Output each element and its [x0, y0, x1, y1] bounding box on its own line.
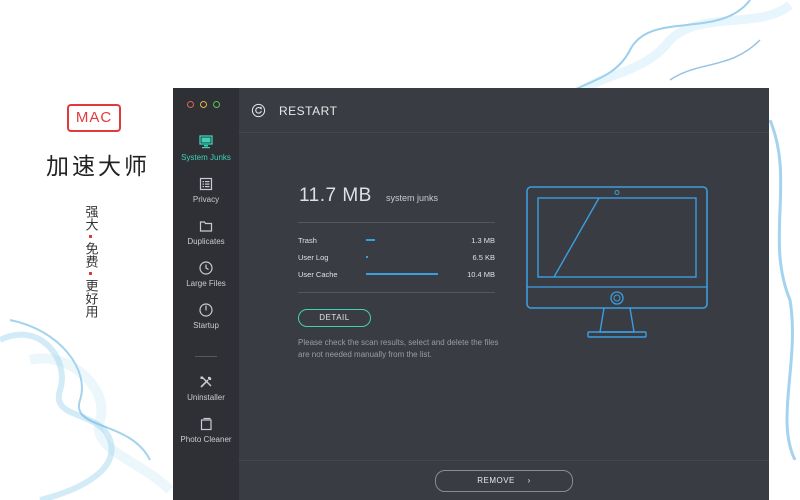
junk-row-size: 1.3 MB	[471, 236, 495, 245]
ink-smoke-right-edge-decoration	[768, 120, 797, 460]
junk-row-bar	[366, 273, 438, 275]
tools-icon	[200, 376, 212, 388]
scan-hint-text: Please check the scan results, select an…	[298, 338, 499, 359]
tagline-2: 免费	[82, 242, 98, 268]
tagline-3: 更好用	[82, 279, 98, 318]
sidebar-item-label: System Junks	[181, 153, 231, 162]
junk-row-size: 10.4 MB	[467, 270, 495, 279]
ink-smoke-left-decoration	[0, 319, 174, 500]
sidebar-item-system-junks[interactable]: System Junks	[173, 134, 239, 162]
window-header: RESTART	[239, 88, 769, 133]
sidebar-item-label: Large Files	[186, 279, 226, 288]
mac-badge: MAC	[67, 104, 121, 132]
app-window: System Junks Privacy Duplicates Large Fi…	[173, 88, 769, 500]
folder-icon	[199, 221, 213, 232]
sidebar-item-uninstaller[interactable]: Uninstaller	[173, 374, 239, 402]
tagline-1: 强大	[82, 205, 98, 231]
sidebar-item-label: Photo Cleaner	[180, 435, 232, 444]
junk-row-name: Trash	[298, 236, 317, 245]
sidebar-item-startup[interactable]: Startup	[173, 302, 239, 330]
minimize-window-button[interactable]	[200, 101, 207, 108]
promo-title: 加速大师	[46, 154, 150, 180]
remove-button[interactable]: REMOVE ›	[435, 470, 573, 492]
photos-icon	[200, 417, 212, 431]
sidebar-item-label: Privacy	[192, 195, 220, 204]
junk-row-size: 6.5 KB	[472, 253, 495, 262]
close-window-button[interactable]	[187, 101, 194, 108]
zoom-window-button[interactable]	[213, 101, 220, 108]
summary-divider	[298, 222, 495, 223]
chevron-right-icon: ›	[527, 476, 531, 485]
tagline-dot	[88, 235, 92, 238]
imac-illustration-icon	[526, 186, 708, 338]
sidebar-item-label: Uninstaller	[187, 393, 225, 402]
remove-button-label: REMOVE	[477, 476, 515, 485]
junk-row-name: User Cache	[298, 270, 338, 279]
monitor-icon	[199, 135, 213, 149]
restart-title: RESTART	[279, 104, 338, 118]
junk-row-trash: Trash 1.3 MB	[298, 234, 495, 248]
junk-row-name: User Log	[298, 253, 329, 262]
sidebar-item-privacy[interactable]: Privacy	[173, 176, 239, 204]
junk-total-label: system junks	[386, 193, 439, 203]
sidebar-divider	[195, 356, 217, 357]
sidebar-item-large-files[interactable]: Large Files	[173, 260, 239, 288]
footer-divider	[239, 460, 769, 461]
window-controls	[187, 101, 220, 108]
junk-row-user-log: User Log 6.5 KB	[298, 251, 495, 265]
junk-row-user-cache: User Cache 10.4 MB	[298, 268, 495, 282]
restart-icon[interactable]	[251, 103, 266, 118]
junk-row-bar	[366, 256, 368, 258]
sidebar-item-photo-cleaner[interactable]: Photo Cleaner	[173, 416, 239, 444]
rows-divider	[298, 292, 495, 293]
sidebar: System Junks Privacy Duplicates Large Fi…	[173, 88, 239, 500]
junk-row-bar	[366, 239, 375, 241]
clock-icon	[199, 261, 213, 275]
list-icon	[199, 177, 213, 191]
tagline-dot	[88, 272, 92, 275]
junk-total-size: 11.7 MB	[299, 185, 372, 206]
promo-taglines: 强大 免费 更好用	[80, 205, 100, 318]
sidebar-item-label: Duplicates	[187, 237, 225, 246]
sidebar-item-label: Startup	[193, 321, 219, 330]
detail-button[interactable]: DETAIL	[298, 309, 371, 327]
power-icon	[199, 303, 213, 317]
sidebar-item-duplicates[interactable]: Duplicates	[173, 218, 239, 246]
